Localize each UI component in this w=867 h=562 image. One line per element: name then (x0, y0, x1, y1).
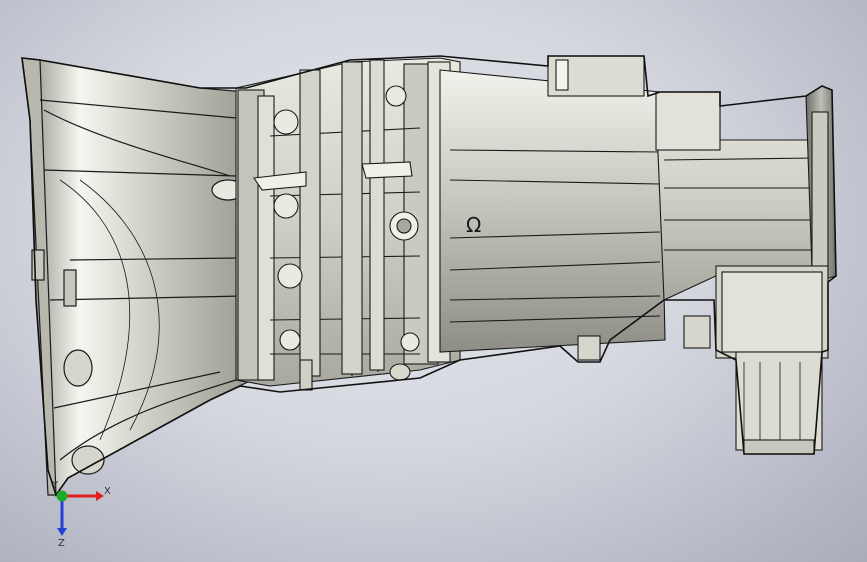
tail-housing (655, 85, 837, 455)
z-axis-head (57, 528, 67, 536)
main-case (235, 57, 461, 391)
gearbox-3d-model[interactable]: Ω (0, 0, 867, 562)
x-axis-head (96, 491, 104, 501)
z-axis-label: Z (58, 538, 65, 548)
coordinate-triad: X Y Z (51, 480, 111, 548)
svg-text:Ω: Ω (466, 213, 481, 237)
y-axis-dot (56, 490, 68, 502)
bell-housing (21, 57, 253, 497)
y-axis-label: Y (51, 480, 59, 491)
cad-viewport[interactable]: Ω X Y Z (0, 0, 867, 562)
x-axis-label: X (104, 486, 111, 497)
